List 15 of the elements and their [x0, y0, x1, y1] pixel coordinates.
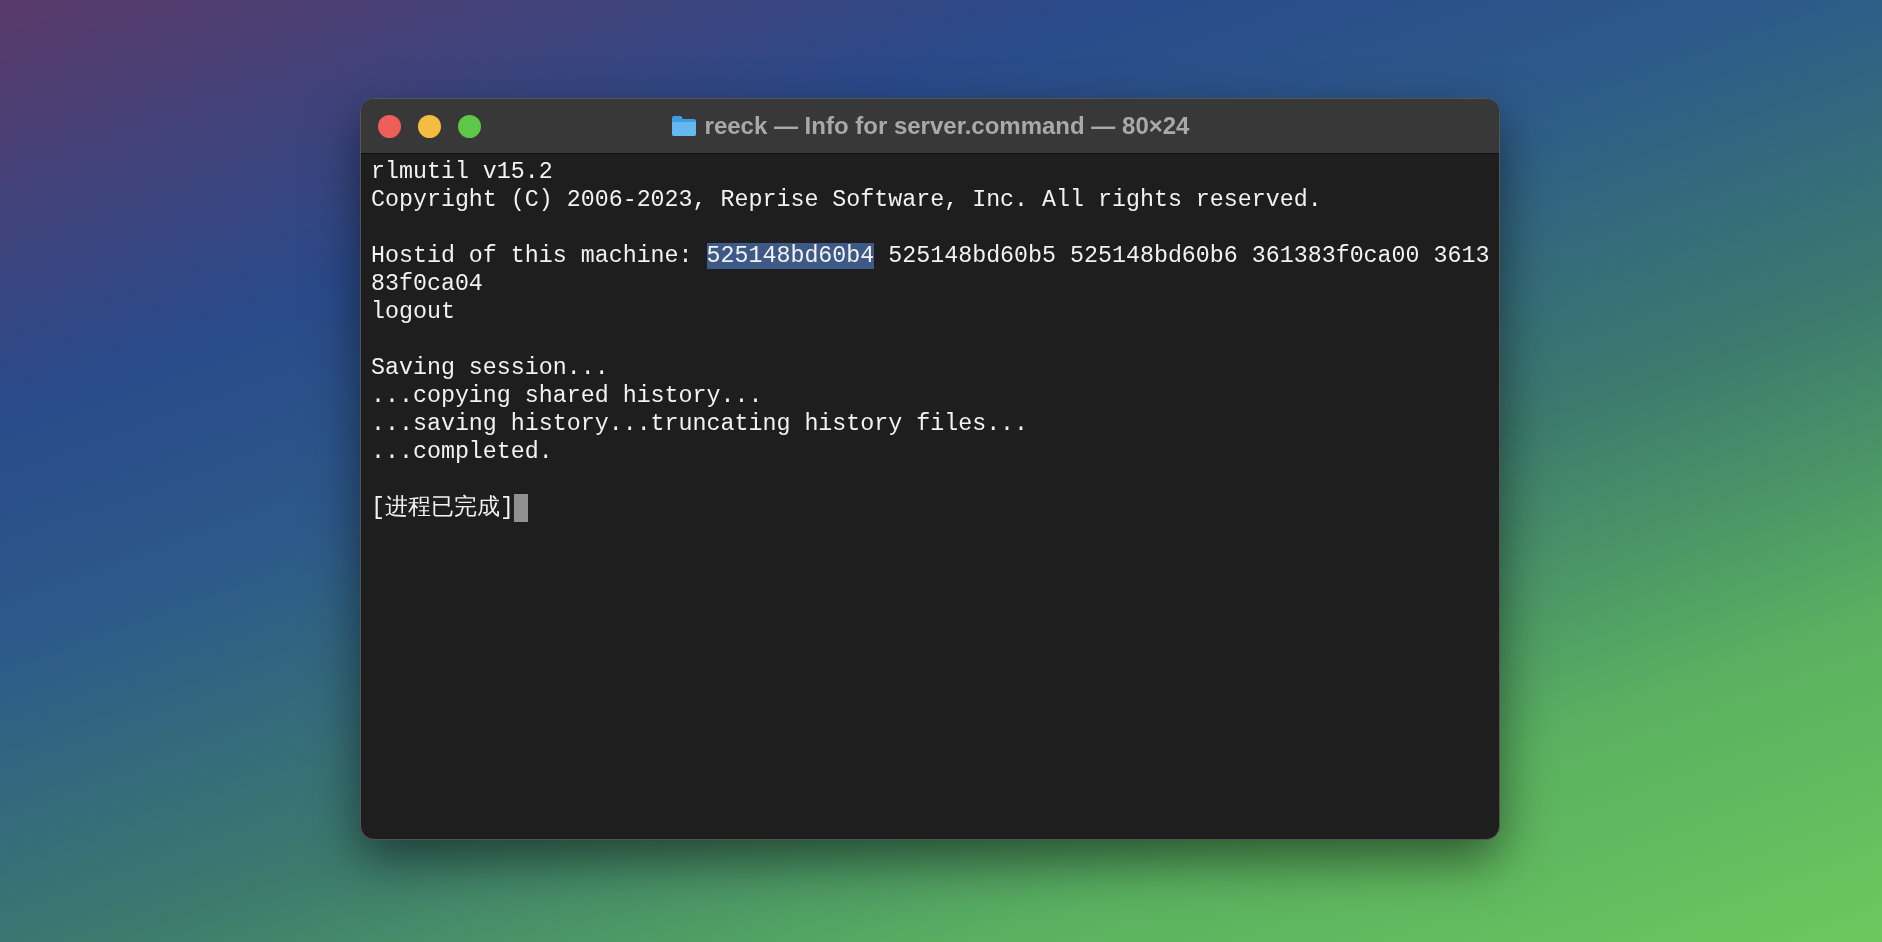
terminal-line: Hostid of this machine: 525148bd60b4 525148bd60b5 525148bd60b6 361383f0ca00 3613	[371, 242, 1490, 270]
terminal-line: [进程已完成]	[371, 494, 514, 522]
zoom-button[interactable]	[458, 114, 481, 138]
folder-icon	[670, 115, 697, 137]
close-button[interactable]	[378, 114, 401, 138]
terminal-line: logout	[371, 298, 455, 326]
window-title: reeck — Info for server.command — 80×24	[704, 112, 1190, 140]
terminal-line: ...copying shared history...	[371, 382, 763, 410]
terminal-line: rlmutil v15.2	[371, 158, 553, 186]
minimize-button[interactable]	[418, 114, 441, 138]
terminal-line: ...saving history...truncating history files...	[371, 410, 1029, 438]
terminal-line: ...completed.	[371, 438, 553, 466]
terminal-line: 83f0ca04	[371, 270, 483, 298]
terminal-line: Saving session...	[371, 354, 609, 382]
terminal-line: Copyright (C) 2006-2023, Reprise Software, Inc. All rights reserved.	[371, 186, 1322, 214]
